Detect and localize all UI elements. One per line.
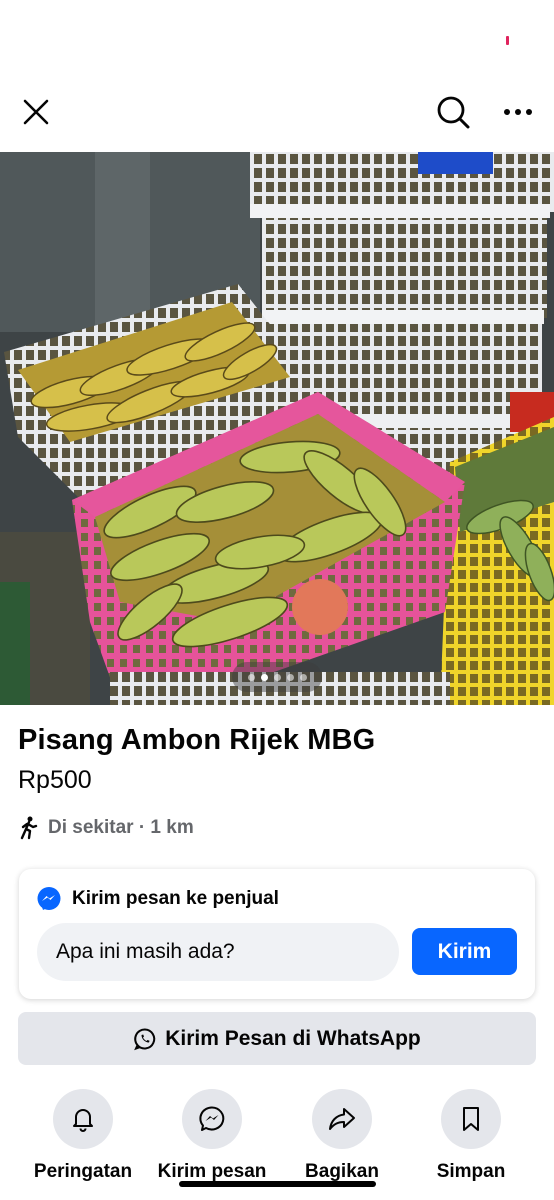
photo-pager	[232, 662, 322, 692]
pager-dot	[286, 673, 294, 681]
action-message-label: Kirim pesan	[157, 1161, 267, 1182]
action-alert-circle	[53, 1089, 113, 1149]
search-icon	[437, 96, 470, 129]
messenger-icon	[199, 1106, 225, 1131]
home-indicator[interactable]	[179, 1181, 376, 1187]
whatsapp-button[interactable]: Kirim Pesan di WhatsApp	[18, 1012, 536, 1065]
more-horizontal-icon	[504, 109, 532, 115]
top-bar	[0, 84, 554, 140]
action-alert-label: Peringatan	[33, 1161, 133, 1182]
bookmark-icon	[463, 1107, 479, 1131]
listing-location: Di sekitar · 1 km	[18, 816, 194, 840]
action-share[interactable]: Bagikan	[272, 1089, 412, 1183]
pager-dot-active	[260, 673, 268, 681]
action-save-label: Simpan	[436, 1161, 506, 1182]
listing-price: Rp500	[18, 766, 92, 794]
action-send-message[interactable]: Kirim pesan	[142, 1089, 282, 1183]
whatsapp-label: Kirim Pesan di WhatsApp	[165, 1026, 421, 1050]
listing-title: Pisang Ambon Rijek MBG	[18, 724, 376, 756]
walking-person-icon	[20, 816, 38, 840]
action-share-label: Bagikan	[305, 1161, 379, 1182]
messenger-icon	[37, 887, 61, 910]
message-seller-card: Kirim pesan ke penjual Apa ini masih ada…	[19, 869, 535, 999]
listing-photo[interactable]	[0, 152, 554, 705]
pager-dot	[299, 673, 307, 681]
action-message-circle	[182, 1089, 242, 1149]
bell-icon	[73, 1109, 93, 1132]
whatsapp-icon	[134, 1027, 156, 1050]
send-button[interactable]: Kirim	[412, 928, 517, 975]
action-save[interactable]: Simpan	[401, 1089, 541, 1183]
share-icon	[329, 1108, 355, 1130]
location-text: Di sekitar · 1 km	[48, 817, 194, 838]
action-share-circle	[312, 1089, 372, 1149]
more-options-button[interactable]	[498, 92, 538, 132]
action-save-circle	[441, 1089, 501, 1149]
search-button[interactable]	[433, 92, 473, 132]
pager-dot	[273, 673, 281, 681]
message-card-header: Kirim pesan ke penjual	[36, 886, 279, 912]
banana-crates-image	[0, 152, 554, 705]
close-icon	[23, 99, 49, 125]
action-alert[interactable]: Peringatan	[13, 1089, 153, 1183]
recording-indicator	[506, 36, 509, 45]
status-bar	[0, 0, 554, 80]
action-bar: Peringatan Kirim pesan Bagikan Simpan	[0, 1089, 554, 1189]
message-card-title: Kirim pesan ke penjual	[72, 888, 279, 909]
close-button[interactable]	[16, 92, 56, 132]
pager-dot	[247, 673, 255, 681]
message-input[interactable]: Apa ini masih ada?	[37, 923, 399, 981]
